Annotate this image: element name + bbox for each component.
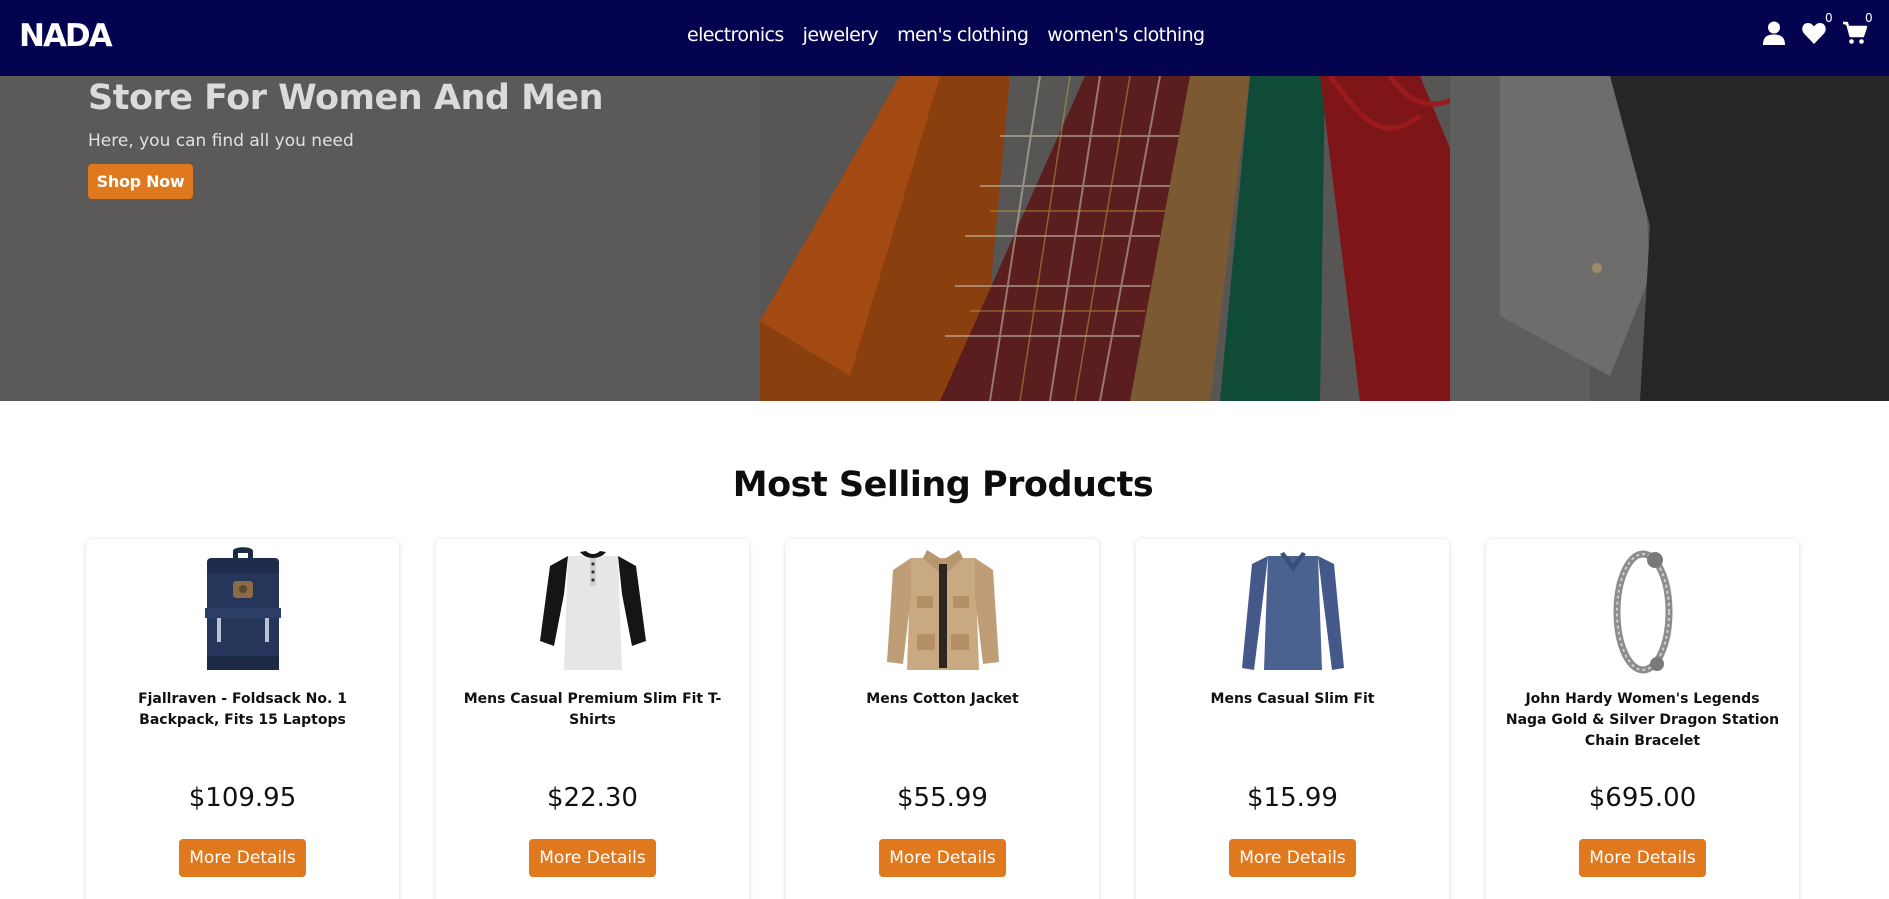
cart-icon[interactable]: 0	[1842, 11, 1873, 46]
product-card: Mens Cotton Jacket $55.99 More Details	[786, 539, 1099, 899]
product-price: $695.00	[1588, 783, 1697, 813]
nav-link-womens-clothing[interactable]: women's clothing	[1047, 24, 1205, 46]
product-price: $109.95	[188, 783, 297, 813]
product-title[interactable]: Mens Casual Premium Slim Fit T-Shirts	[454, 689, 731, 731]
hero-subtitle: Here, you can find all you need	[88, 131, 354, 151]
nav-link-mens-clothing[interactable]: men's clothing	[897, 24, 1029, 46]
wishlist-count-badge: 0	[1825, 11, 1833, 25]
product-image-raglan-tshirt	[436, 546, 749, 676]
user-icon[interactable]	[1761, 20, 1787, 46]
hero-title: Store For Women And Men	[88, 78, 604, 118]
brand-logo[interactable]: NADA	[19, 18, 113, 54]
product-price: $22.30	[547, 783, 638, 813]
heart-icon[interactable]: 0	[1801, 11, 1833, 46]
category-nav: electronics jewelery men's clothing wome…	[687, 24, 1205, 46]
more-details-button[interactable]: More Details	[529, 839, 656, 877]
more-details-button[interactable]: More Details	[1229, 839, 1356, 877]
product-image-backpack	[86, 546, 399, 676]
section-title: Most Selling Products	[732, 465, 1154, 505]
product-card: Mens Casual Premium Slim Fit T-Shirts $2…	[436, 539, 749, 899]
hero-banner: Store For Women And Men Here, you can fi…	[0, 76, 1889, 401]
top-navbar: NADA electronics jewelery men's clothing…	[0, 0, 1889, 76]
product-card: Mens Casual Slim Fit $15.99 More Details	[1136, 539, 1449, 899]
product-price: $55.99	[897, 783, 988, 813]
nav-link-jewelery[interactable]: jewelery	[803, 24, 879, 46]
cart-count-badge: 0	[1865, 11, 1873, 25]
product-image-khaki-jacket	[786, 546, 1099, 676]
product-title[interactable]: Mens Cotton Jacket	[804, 689, 1081, 710]
product-price: $15.99	[1247, 783, 1338, 813]
product-card: John Hardy Women's Legends Naga Gold & S…	[1486, 539, 1799, 899]
more-details-button[interactable]: More Details	[1579, 839, 1706, 877]
product-image-dragon-bracelet	[1486, 546, 1799, 676]
product-card: Fjallraven - Foldsack No. 1 Backpack, Fi…	[86, 539, 399, 899]
product-title[interactable]: John Hardy Women's Legends Naga Gold & S…	[1504, 689, 1781, 752]
nav-link-electronics[interactable]: electronics	[687, 24, 784, 46]
shop-now-button[interactable]: Shop Now	[88, 164, 193, 199]
product-title[interactable]: Mens Casual Slim Fit	[1154, 689, 1431, 710]
product-image-blue-longsleeve	[1136, 546, 1449, 676]
more-details-button[interactable]: More Details	[179, 839, 306, 877]
shopping-bags-image	[0, 76, 1889, 401]
product-title[interactable]: Fjallraven - Foldsack No. 1 Backpack, Fi…	[104, 689, 381, 731]
more-details-button[interactable]: More Details	[879, 839, 1006, 877]
